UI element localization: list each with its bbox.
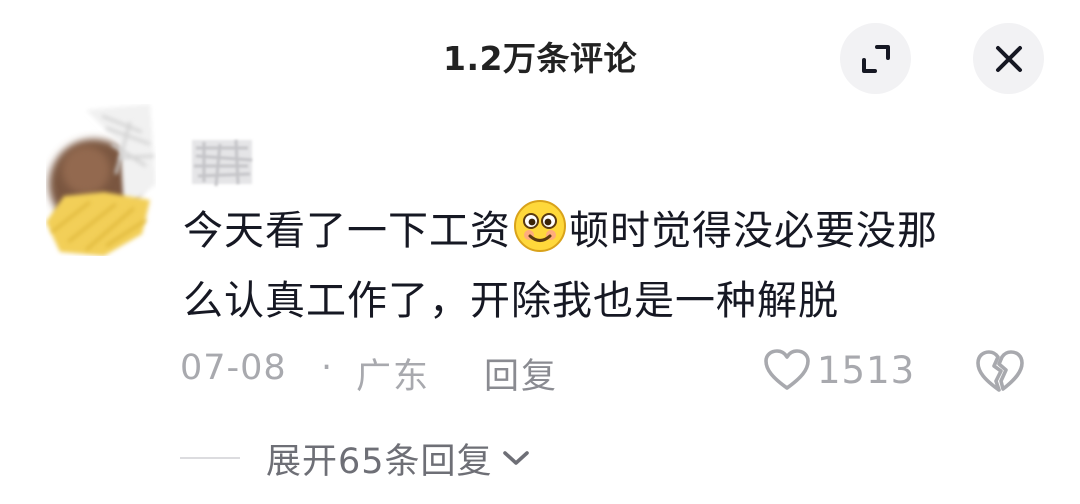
comment-text: 今天看了一下工资 顿时觉得没必要没那 么认真工作了，开除我也是一种解脱: [183, 196, 1033, 336]
expand-icon: [861, 44, 890, 73]
avatar[interactable]: [46, 104, 156, 256]
broken-heart-icon[interactable]: [974, 344, 1026, 396]
expand-replies-label: 展开65条回复: [266, 441, 493, 482]
close-button[interactable]: [973, 23, 1044, 94]
comment-text-part-2: 顿时觉得没必要没那: [569, 208, 938, 254]
like-count: 1513: [817, 348, 916, 392]
comment-line-1: 今天看了一下工资 顿时觉得没必要没那: [183, 196, 1033, 266]
like-button[interactable]: 1513: [763, 344, 915, 396]
comment-location: 广东: [356, 357, 431, 397]
smile-emoji-icon: [514, 200, 566, 252]
heart-outline-icon: [764, 349, 810, 390]
expand-button[interactable]: [840, 23, 911, 94]
comment-date: 07-08: [180, 348, 287, 388]
expand-replies-button[interactable]: 展开65条回复: [180, 432, 531, 484]
username-blurred[interactable]: [190, 130, 256, 192]
reply-button[interactable]: 回复: [484, 348, 558, 399]
comment-line-2: 么认真工作了，开除我也是一种解脱: [183, 278, 839, 324]
chevron-down-icon: [502, 451, 529, 465]
page-title: 1.2万条评论: [443, 39, 637, 78]
divider-line: [180, 457, 240, 459]
close-icon: [995, 45, 1022, 72]
meta-separator: ·: [321, 348, 333, 388]
comment-text-part-1: 今天看了一下工资: [183, 208, 511, 254]
